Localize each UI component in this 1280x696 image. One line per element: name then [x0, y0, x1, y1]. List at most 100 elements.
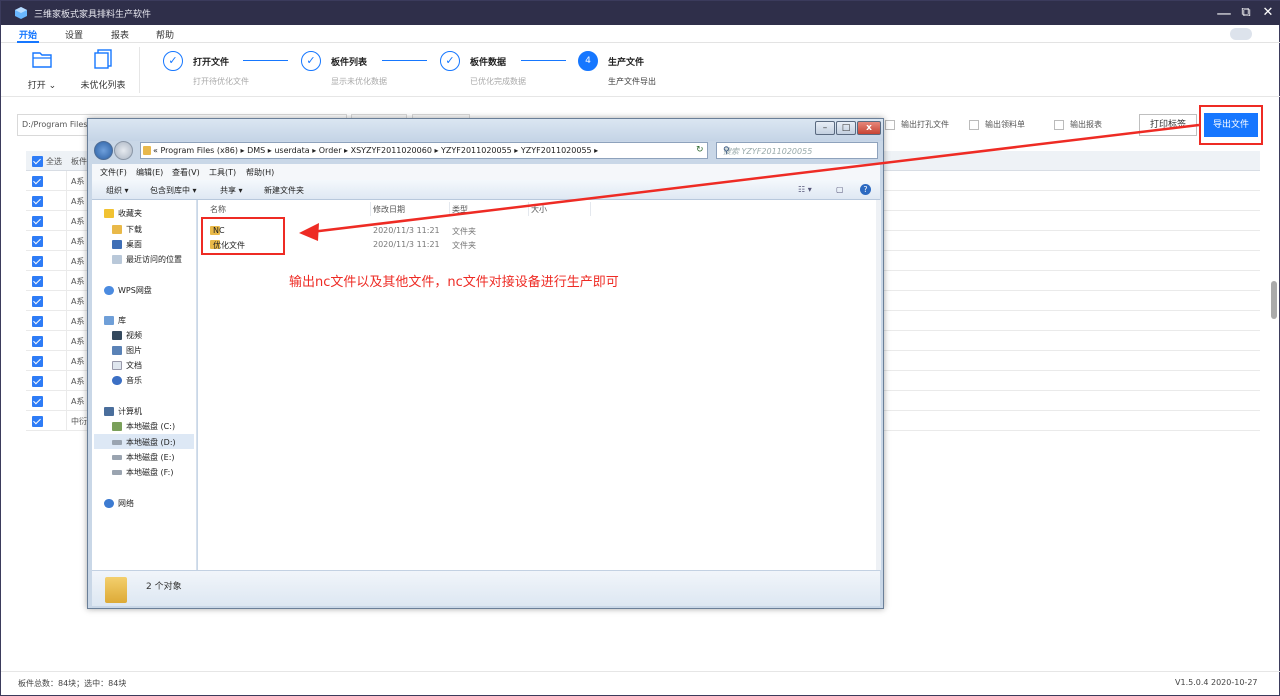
refresh-icon[interactable]: ↻ — [696, 145, 704, 155]
document-icon — [112, 361, 122, 370]
select-all-label: 全选 — [46, 157, 62, 166]
select-all-checkbox[interactable] — [32, 156, 43, 167]
include-library-button[interactable]: 包含到库中 ▾ — [150, 185, 197, 196]
option-output-drill[interactable]: 输出打孔文件 — [885, 119, 949, 130]
menu-help[interactable]: 帮助(H) — [246, 167, 274, 178]
menu-reports[interactable]: 报表 — [111, 28, 129, 41]
nav-disk-d[interactable]: 本地磁盘 (D:) — [112, 437, 176, 448]
nav-music[interactable]: 音乐 — [112, 375, 142, 386]
column-header-name[interactable]: 名称 — [210, 204, 226, 215]
menu-file[interactable]: 文件(F) — [100, 167, 127, 178]
recent-icon — [112, 255, 122, 264]
nav-network[interactable]: 网络 — [104, 498, 134, 509]
nav-disk-f[interactable]: 本地磁盘 (F:) — [112, 467, 173, 478]
checkbox[interactable] — [1054, 119, 1064, 130]
search-icon[interactable]: ⚲ — [723, 146, 872, 156]
nav-pictures[interactable]: 图片 — [112, 345, 142, 356]
app-logo-icon — [15, 7, 27, 19]
computer-icon — [104, 407, 114, 416]
main-scrollbar[interactable] — [1271, 281, 1277, 319]
row-checkbox[interactable] — [32, 336, 43, 347]
column-header-date[interactable]: 修改日期 — [373, 204, 405, 215]
nav-favorites[interactable]: 收藏夹 — [104, 208, 142, 219]
nav-documents[interactable]: 文档 — [112, 360, 142, 371]
nav-desktop[interactable]: 桌面 — [112, 239, 142, 250]
explorer-status-bar: 2 个对象 — [92, 570, 880, 606]
nav-disk-e[interactable]: 本地磁盘 (E:) — [112, 452, 175, 463]
row-checkbox[interactable] — [32, 196, 43, 207]
nav-recent[interactable]: 最近访问的位置 — [112, 254, 182, 265]
step-name: 生产文件 — [608, 58, 645, 68]
checkbox[interactable] — [969, 119, 979, 130]
address-bar[interactable]: « Program Files (x86) ▸ DMS ▸ userdata ▸… — [140, 142, 708, 159]
row-cell: A系 — [71, 217, 85, 226]
open-button[interactable]: 打开 ⌄ — [27, 49, 57, 91]
step-subtitle: 已优化完成数据 — [470, 77, 526, 86]
column-header-type[interactable]: 类型 — [452, 204, 468, 215]
explorer-close-button[interactable]: x — [857, 121, 881, 135]
menu-start[interactable]: 开始 — [19, 28, 37, 41]
menu-tools[interactable]: 工具(T) — [209, 167, 236, 178]
explorer-maximize-button[interactable]: □ — [836, 121, 856, 135]
row-checkbox[interactable] — [32, 256, 43, 267]
forward-icon[interactable] — [114, 141, 133, 160]
print-label-button[interactable]: 打印标签 — [1139, 114, 1197, 136]
help-icon[interactable]: ? — [860, 184, 871, 195]
option-output-requisition[interactable]: 输出领料单 — [969, 119, 1025, 130]
row-checkbox[interactable] — [32, 316, 43, 327]
nav-wps-cloud[interactable]: WPS网盘 — [104, 285, 152, 296]
nav-disk-c[interactable]: 本地磁盘 (C:) — [112, 421, 175, 432]
row-checkbox[interactable] — [32, 416, 43, 427]
row-checkbox[interactable] — [32, 376, 43, 387]
back-icon[interactable] — [94, 141, 113, 160]
row-cell: A系 — [71, 377, 85, 386]
close-button[interactable]: ✕ — [1257, 3, 1279, 23]
nav-video[interactable]: 视频 — [112, 330, 142, 341]
view-options-icon[interactable]: ☷ ▾ — [798, 185, 812, 194]
row-checkbox[interactable] — [32, 176, 43, 187]
version-label: V1.5.0.4 2020-10-27 — [1175, 678, 1258, 687]
unoptimized-list-button[interactable]: 未优化列表 — [77, 49, 129, 91]
organize-button[interactable]: 组织 ▾ — [106, 185, 129, 196]
restore-button[interactable]: ⧉ — [1235, 3, 1257, 23]
menu-view[interactable]: 查看(V) — [172, 167, 200, 178]
user-avatar[interactable] — [1230, 28, 1252, 40]
row-cell: A系 — [71, 357, 85, 366]
row-checkbox[interactable] — [32, 216, 43, 227]
option-output-report[interactable]: 输出报表 — [1054, 119, 1102, 130]
nav-downloads[interactable]: 下载 — [112, 224, 142, 235]
menu-settings[interactable]: 设置 — [65, 28, 83, 41]
breadcrumb[interactable]: « Program Files (x86) ▸ DMS ▸ userdata ▸… — [153, 146, 598, 155]
row-cell: A系 — [71, 337, 85, 346]
row-checkbox[interactable] — [32, 276, 43, 287]
drive-icon — [112, 440, 122, 445]
step-check-icon: ✓ — [301, 51, 321, 71]
board-count-status: 板件总数：84块；选中：84块 — [18, 679, 127, 688]
row-checkbox[interactable] — [32, 236, 43, 247]
folder-icon — [32, 52, 52, 68]
column-header-size[interactable]: 大小 — [531, 204, 547, 215]
drive-icon — [112, 455, 122, 460]
new-folder-button[interactable]: 新建文件夹 — [264, 185, 304, 196]
checkbox[interactable] — [885, 119, 895, 130]
preview-pane-icon[interactable]: ▢ — [836, 185, 844, 194]
menu-help[interactable]: 帮助 — [156, 28, 174, 41]
annotation-text: 输出nc文件以及其他文件，nc文件对接设备进行生产即可 — [289, 275, 619, 290]
library-icon — [104, 316, 114, 325]
minimize-button[interactable]: — — [1213, 3, 1235, 23]
toolbar-divider — [139, 47, 140, 93]
share-button[interactable]: 共享 ▾ — [220, 185, 243, 196]
row-checkbox[interactable] — [32, 396, 43, 407]
output-path-value: D:/Program Files — [22, 120, 88, 129]
row-checkbox[interactable] — [32, 296, 43, 307]
search-input[interactable]: 搜索 YZYF2011020055 ⚲ — [716, 142, 878, 159]
explorer-minimize-button[interactable]: – — [815, 121, 835, 135]
desktop-icon — [112, 240, 122, 249]
row-checkbox[interactable] — [32, 356, 43, 367]
nav-library[interactable]: 库 — [104, 315, 126, 326]
explorer-scrollbar[interactable] — [876, 200, 881, 570]
unoptimized-label: 未优化列表 — [80, 81, 126, 91]
step-number-badge: 4 — [578, 51, 598, 71]
nav-computer[interactable]: 计算机 — [104, 406, 142, 417]
menu-edit[interactable]: 编辑(E) — [136, 167, 163, 178]
